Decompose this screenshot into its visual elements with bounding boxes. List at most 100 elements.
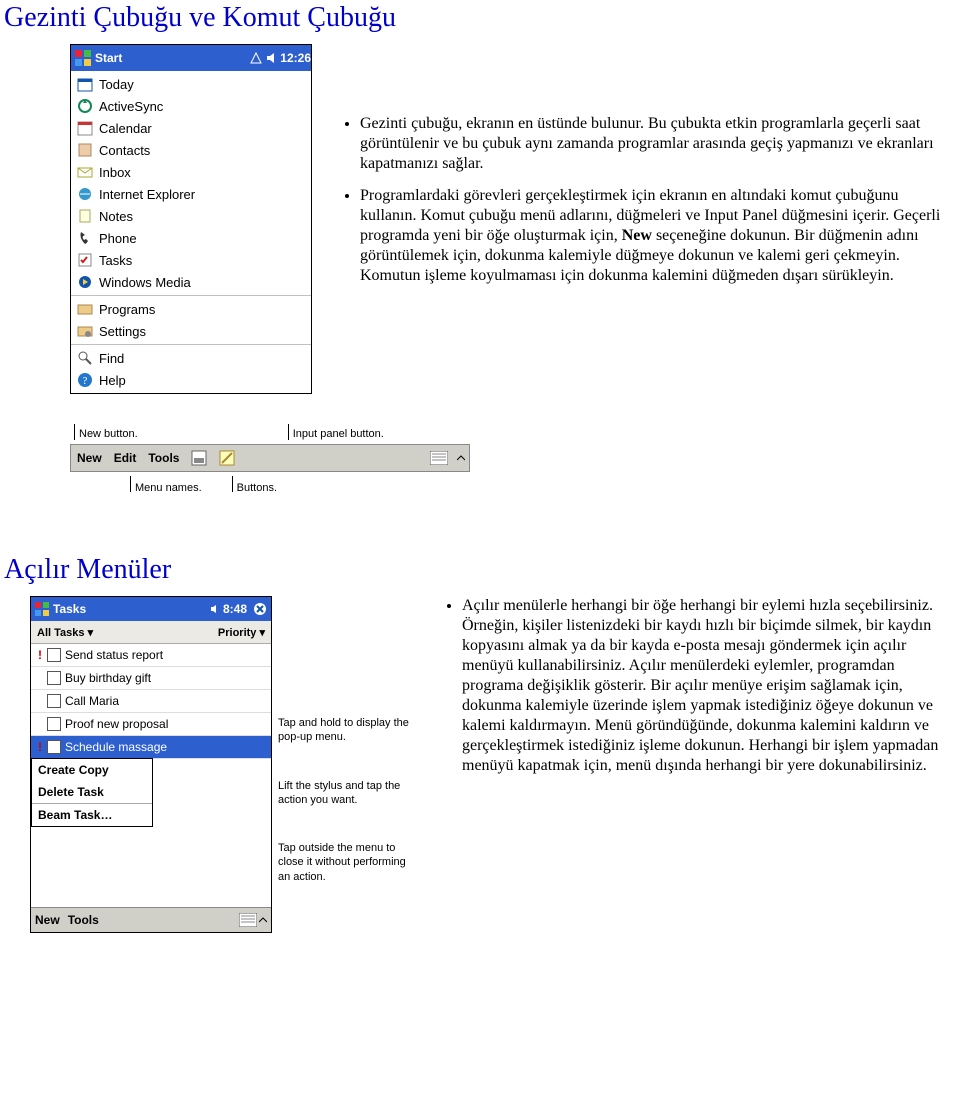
annot-new-button: New button. (79, 428, 138, 440)
menu-item-phone[interactable]: Phone (71, 227, 311, 249)
menu-item-wm[interactable]: Windows Media (71, 271, 311, 293)
popup-menu: Create Copy Delete Task Beam Task… (31, 758, 153, 827)
programs-icon (77, 301, 93, 317)
section2-bullet: Açılır menülerle herhangi bir öğe herhan… (462, 596, 946, 776)
task-row[interactable]: Proof new proposal (31, 713, 271, 736)
menu-label: Windows Media (99, 275, 191, 290)
task-checkbox[interactable] (47, 671, 61, 685)
priority-icon: ! (35, 740, 45, 754)
section2-text: Açılır menülerle herhangi bir öğe herhan… (418, 596, 960, 776)
menu-label: Programs (99, 302, 155, 317)
task-text: Send status report (65, 648, 163, 662)
ie-icon (77, 186, 93, 202)
cmd-new[interactable]: New (71, 451, 108, 465)
menu-label: Settings (99, 324, 146, 339)
task-checkbox[interactable] (47, 740, 61, 754)
annot-tap-hold: Tap and hold to display the pop-up menu. (278, 717, 409, 743)
menu-item-tasks[interactable]: Tasks (71, 249, 311, 271)
bullet-2: Programlardaki görevleri gerçekleştirmek… (360, 186, 950, 286)
menu-item-contacts[interactable]: Contacts (71, 139, 311, 161)
menu-label: Today (99, 77, 134, 92)
tasks-titlebar: Tasks 8:48 (31, 597, 271, 621)
task-text: Schedule massage (65, 740, 167, 754)
task-row[interactable]: ! Send status report (31, 644, 271, 667)
tasks-icon (77, 252, 93, 268)
button1-icon[interactable] (187, 446, 211, 470)
windows-flag-icon (35, 602, 49, 616)
task-row[interactable]: Buy birthday gift (31, 667, 271, 690)
cmd-edit[interactable]: Edit (108, 451, 143, 465)
inbox-icon (77, 164, 93, 180)
heading-section2: Açılır Menüler (4, 554, 960, 586)
command-bar-diagram: New button. Input panel button. New Edit… (70, 424, 470, 494)
annot-tap-outside: Tap outside the menu to close it without… (278, 842, 406, 883)
volume-icon (210, 604, 220, 614)
menu-label: Calendar (99, 121, 152, 136)
windows-flag-icon (75, 50, 91, 66)
menu-label: Inbox (99, 165, 131, 180)
priority-icon: ! (35, 648, 45, 662)
tasks-title: Tasks (53, 602, 86, 616)
clock-time: 12:26 (280, 51, 311, 65)
tasks-blank-area (31, 827, 271, 907)
task-text: Call Maria (65, 694, 119, 708)
task-row[interactable]: ! Schedule massage (31, 736, 271, 759)
menu-label: Phone (99, 231, 137, 246)
task-row[interactable]: Call Maria (31, 690, 271, 713)
close-icon[interactable] (253, 602, 267, 616)
activesync-icon (77, 98, 93, 114)
tasks-subheader: All Tasks ▾ Priority ▾ (31, 621, 271, 644)
contacts-icon (77, 142, 93, 158)
menu-item-programs[interactable]: Programs (71, 298, 311, 320)
tasks-cmd-new[interactable]: New (35, 913, 60, 927)
popup-create-copy[interactable]: Create Copy (32, 759, 152, 781)
button2-icon[interactable] (215, 446, 239, 470)
input-arrow-icon[interactable] (259, 916, 267, 924)
menu-item-settings[interactable]: Settings (71, 320, 311, 342)
bullet-1: Gezinti çubuğu, ekranın en üstünde bulun… (360, 114, 950, 174)
all-tasks-dropdown[interactable]: All Tasks (37, 627, 85, 639)
menu-item-today[interactable]: Today (71, 73, 311, 95)
menu-item-notes[interactable]: Notes (71, 205, 311, 227)
input-panel-icon[interactable] (239, 913, 257, 927)
menu-separator (71, 295, 311, 296)
task-checkbox[interactable] (47, 717, 61, 731)
command-bar: New Edit Tools (70, 444, 470, 472)
find-icon (77, 350, 93, 366)
menu-item-ie[interactable]: Internet Explorer (71, 183, 311, 205)
popup-beam-task[interactable]: Beam Task… (32, 803, 152, 826)
svg-text:?: ? (83, 375, 88, 387)
popup-delete-task[interactable]: Delete Task (32, 781, 152, 803)
heading-section1: Gezinti Çubuğu ve Komut Çubuğu (4, 2, 960, 34)
start-menu-screenshot: Start 12:26 Today ActiveSync Calendar Co… (70, 44, 312, 394)
start-menu-list: Today ActiveSync Calendar Contacts Inbox… (71, 71, 311, 393)
input-panel-icon[interactable] (427, 446, 451, 470)
menu-item-find[interactable]: Find (71, 347, 311, 369)
help-icon: ? (77, 372, 93, 388)
menu-item-help[interactable]: ? Help (71, 369, 311, 391)
settings-icon (77, 323, 93, 339)
menu-label: Find (99, 351, 124, 366)
cmd-tools[interactable]: Tools (142, 451, 185, 465)
task-checkbox[interactable] (47, 694, 61, 708)
menu-item-inbox[interactable]: Inbox (71, 161, 311, 183)
start-label: Start (95, 51, 122, 65)
annot-lift-tap: Lift the stylus and tap the action you w… (278, 780, 400, 806)
notes-icon (77, 208, 93, 224)
tasks-cmd-tools[interactable]: Tools (68, 913, 99, 927)
tasks-command-bar: New Tools (31, 907, 271, 932)
tasks-annotations: Tap and hold to display the pop-up menu.… (278, 596, 418, 918)
input-arrow-icon[interactable] (455, 446, 467, 470)
today-icon (77, 76, 93, 92)
menu-item-calendar[interactable]: Calendar (71, 117, 311, 139)
tasks-clock: 8:48 (223, 602, 247, 616)
menu-item-activesync[interactable]: ActiveSync (71, 95, 311, 117)
annot-menu-names: Menu names. (135, 476, 202, 494)
task-text: Buy birthday gift (65, 671, 151, 685)
priority-dropdown[interactable]: Priority (218, 627, 257, 639)
phone-icon (77, 230, 93, 246)
task-checkbox[interactable] (47, 648, 61, 662)
signal-icon (250, 52, 262, 64)
task-text: Proof new proposal (65, 717, 168, 731)
menu-label: Help (99, 373, 126, 388)
